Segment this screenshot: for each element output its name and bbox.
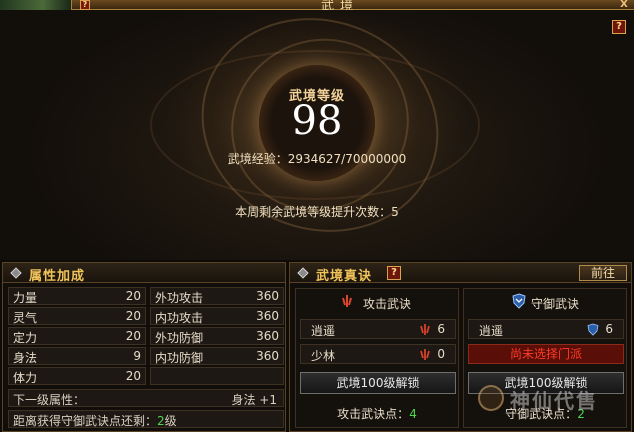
- attack-column: 攻击武诀 逍遥 6 少林 0 武境100级解锁 攻击武诀点：4: [295, 288, 459, 428]
- stat-cell: 灵气 20: [8, 307, 146, 325]
- stat-label: 定力: [13, 331, 38, 345]
- stat-cell: 身法 9: [8, 347, 146, 365]
- hero-banner: ? 武境等级 98 武境经验：2934627/70000000 本周剩余武境等级…: [0, 10, 634, 260]
- attributes-title: 属性加成: [29, 269, 86, 284]
- stat-label: 力量: [13, 291, 38, 305]
- close-button[interactable]: X: [618, 0, 630, 10]
- stat-cell: 力量 20: [8, 287, 146, 305]
- stat-label: 体力: [13, 371, 38, 385]
- stat-label: 内功攻击: [155, 311, 204, 325]
- watermark-text: 神仙代售: [510, 389, 598, 413]
- help-button[interactable]: ?: [612, 20, 626, 34]
- attack-unlock-button[interactable]: 武境100级解锁: [300, 372, 456, 394]
- stat-value: 20: [125, 329, 141, 343]
- attack-point-icon: [420, 349, 430, 360]
- stat-value: 360: [256, 289, 279, 303]
- attack-points: 攻击武诀点：4: [296, 405, 458, 422]
- level-value: 98: [291, 98, 343, 144]
- stat-row: 力量 20 外功攻击 360: [8, 287, 284, 307]
- attack-points-value: 4: [409, 407, 417, 421]
- watermark: 神仙代售: [478, 383, 628, 417]
- title-bar: ? 武境 X: [0, 0, 634, 14]
- weekly-upgrades-text: 本周剩余武境等级提升次数：5: [235, 205, 399, 219]
- next-level-value: 身法 +1: [231, 393, 277, 407]
- portrait-thumbnail: [0, 0, 72, 10]
- school-name: 少林: [311, 349, 336, 363]
- attack-point-icon: [420, 324, 430, 335]
- shield-point-icon: [587, 323, 599, 336]
- stat-cell: 内功攻击 360: [150, 307, 284, 325]
- secrets-help-button[interactable]: ?: [387, 266, 401, 280]
- stat-row: 定力 20 外功防御 360: [8, 327, 284, 347]
- stat-label: 外功防御: [155, 331, 204, 345]
- stat-cell: 体力 20: [8, 367, 146, 385]
- school-count: 6: [437, 322, 445, 336]
- attributes-header: 属性加成: [3, 263, 285, 284]
- distance-unit: 级: [164, 414, 177, 428]
- stat-value: 20: [125, 309, 141, 323]
- stat-value: 360: [256, 309, 279, 323]
- stat-value: 20: [125, 369, 141, 383]
- defense-column-header: 守御武诀: [464, 289, 626, 315]
- goto-button[interactable]: 前往: [579, 265, 627, 281]
- stat-label: 外功攻击: [155, 291, 204, 305]
- stat-cell: 内功防御 360: [150, 347, 284, 365]
- defense-school-row[interactable]: 逍遥 6: [468, 319, 624, 339]
- stat-value: 360: [256, 329, 279, 343]
- diamond-icon: [297, 267, 309, 279]
- secrets-title: 武境真诀: [316, 269, 373, 284]
- stat-row: 身法 9 内功防御 360: [8, 347, 284, 367]
- stat-label: 内功防御: [155, 351, 204, 365]
- next-level-label: 下一级属性：: [13, 393, 86, 407]
- school-count: 6: [605, 322, 613, 336]
- attack-column-header: 攻击武诀: [296, 289, 458, 315]
- stats-grid: 力量 20 外功攻击 360 灵气 20 内功攻击 360 定力 20 外功防御 360 身…: [8, 287, 284, 387]
- stat-value: 20: [125, 289, 141, 303]
- attack-school-row[interactable]: 逍遥 6: [300, 319, 456, 339]
- attack-school-row[interactable]: 少林 0: [300, 344, 456, 364]
- distance-text: 距离获得守御武诀点还剩：2级: [13, 412, 177, 429]
- school-name: 逍遥: [311, 324, 336, 338]
- select-school-notice[interactable]: 尚未选择门派: [468, 344, 624, 364]
- stat-label: 身法: [13, 351, 38, 365]
- distance-value: 2: [157, 414, 165, 428]
- watermark-logo-icon: [478, 385, 504, 411]
- school-count: 0: [437, 347, 445, 361]
- defense-point-distance-row: 距离获得守御武诀点还剩：2级: [8, 410, 284, 428]
- stat-row: 体力 20: [8, 367, 284, 387]
- stat-cell: 外功防御 360: [150, 327, 284, 345]
- attack-points-label: 攻击武诀点：: [337, 407, 410, 421]
- attributes-panel: 属性加成 力量 20 外功攻击 360 灵气 20 内功攻击 360 定力 20 外功防御…: [2, 262, 286, 432]
- defense-title: 守御武诀: [530, 297, 579, 311]
- title-help-button[interactable]: ?: [80, 0, 90, 10]
- stat-cell-empty: [150, 367, 284, 385]
- experience-text: 武境经验：2934627/70000000: [227, 152, 407, 166]
- distance-label: 距离获得守御武诀点还剩：: [13, 414, 158, 428]
- stat-value: 360: [256, 349, 279, 363]
- stat-cell: 定力 20: [8, 327, 146, 345]
- stat-cell: 外功攻击 360: [150, 287, 284, 305]
- stat-value: 9: [133, 349, 141, 363]
- stat-label: 灵气: [13, 311, 38, 325]
- diamond-icon: [10, 267, 22, 279]
- next-level-row: 下一级属性： 身法 +1: [8, 389, 284, 407]
- secrets-header: 武境真诀 ? 前往: [290, 263, 631, 284]
- stat-row: 灵气 20 内功攻击 360: [8, 307, 284, 327]
- attack-title: 攻击武诀: [362, 297, 411, 311]
- school-name: 逍遥: [479, 324, 504, 338]
